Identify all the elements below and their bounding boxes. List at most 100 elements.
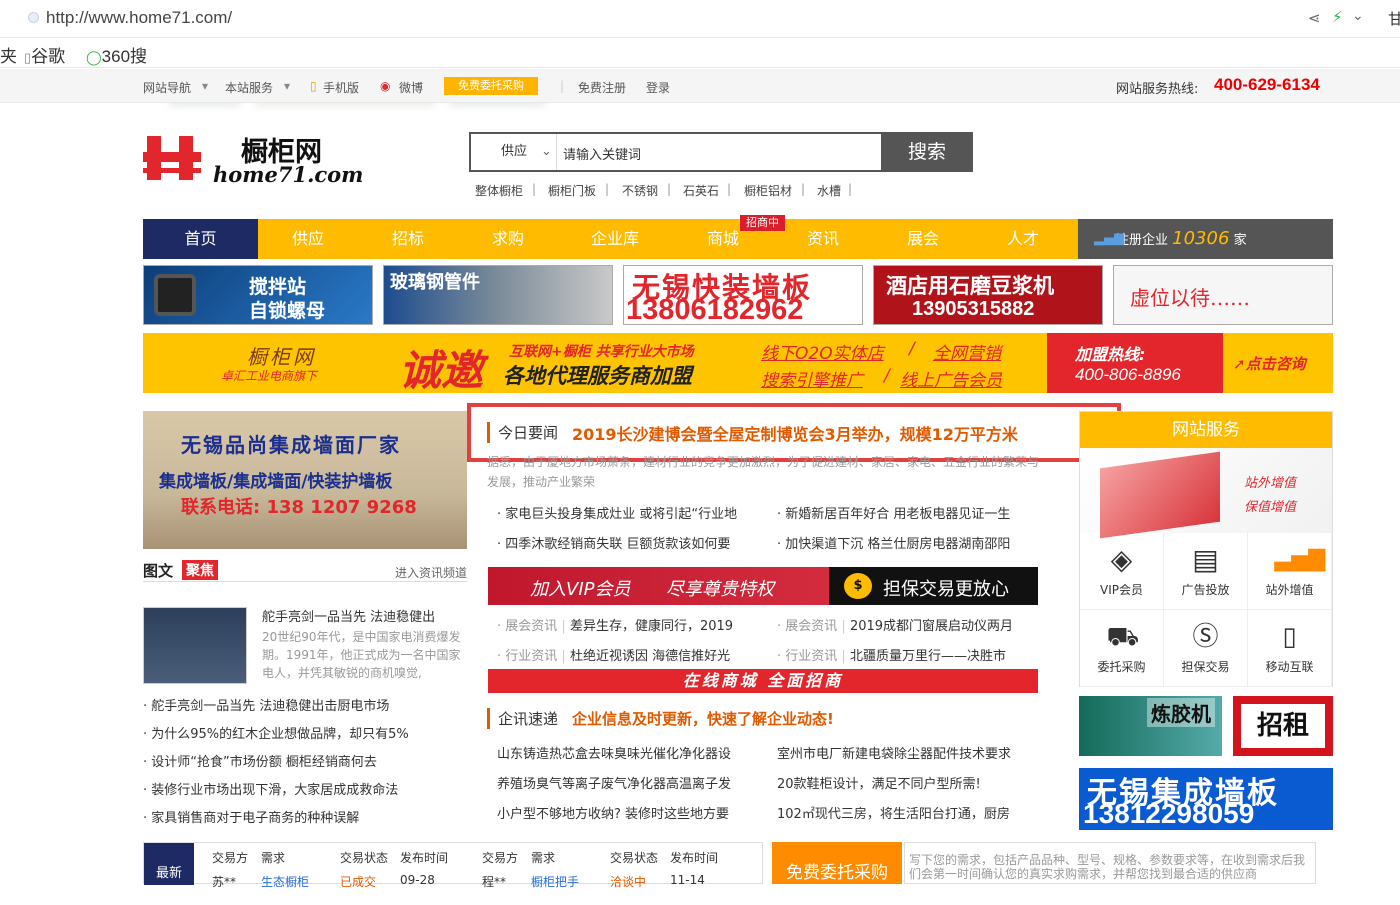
keyword-link[interactable]: 水槽	[817, 182, 841, 199]
nav-supply[interactable]: 供应	[258, 219, 358, 259]
nav-weibo[interactable]: 微博	[399, 79, 423, 96]
services-promo[interactable]: 站外增值 保值增值	[1080, 448, 1332, 539]
ad-for-rent[interactable]: 招租	[1233, 696, 1333, 756]
trade-cell-link[interactable]: 生态橱柜	[261, 873, 309, 890]
qiye-label: 企讯速递	[487, 708, 558, 729]
keyword-link[interactable]: 橱柜铝材	[744, 182, 792, 199]
ad-mixing-station[interactable]: 搅拌站 自锁螺母	[143, 265, 373, 325]
bookmark-google[interactable]: ▯谷歌	[24, 42, 65, 67]
list-item[interactable]: · 设计师“抢食”市场份额 橱柜经销商何去	[143, 751, 377, 770]
trade-cell-link[interactable]: 橱柜把手	[531, 873, 579, 890]
feature-photo[interactable]	[143, 607, 247, 684]
list-item[interactable]: · 四季沐歌经销商失联 巨额货款该如何要	[497, 533, 730, 552]
list-item[interactable]: · 装修行业市场出现下滑，大家居成成救命法	[143, 779, 398, 798]
free-entrust-box[interactable]: 免费委托采购	[772, 842, 902, 884]
ad-vacant[interactable]: 虚位以待……	[1113, 265, 1333, 325]
bookmark-folder[interactable]: 夹	[0, 42, 17, 67]
qiye-headline[interactable]: 企业信息及时更新，快速了解企业动态!	[572, 708, 834, 729]
divider: |	[848, 182, 853, 196]
keyword-link[interactable]: 石英石	[683, 182, 719, 199]
lightning-icon[interactable]: ⚡	[1332, 8, 1343, 26]
ad-soymilk-machine[interactable]: 酒店用石磨豆浆机 13905315882	[873, 265, 1103, 325]
list-item[interactable]: 室州市电厂新建电袋除尘器配件技术要求	[777, 743, 1011, 762]
hotline-label: 网站服务热线:	[1116, 82, 1199, 97]
list-item[interactable]: · 为什么95%的红木企业想做品牌，却只有5%	[143, 723, 409, 742]
ad-wall-panels[interactable]: 无锡快装墙板 13806182962	[623, 265, 863, 325]
list-item[interactable]: · 加快渠道下沉 格兰仕厨房电器湖南邵阳	[777, 533, 1010, 552]
service-ads[interactable]: ▤ 广告投放	[1164, 533, 1248, 610]
globe-icon	[28, 12, 39, 23]
caret-icon: ▾	[202, 79, 209, 93]
ad-text: 13905315882	[912, 298, 1035, 320]
caret-icon: ▾	[284, 79, 291, 93]
browser-toolbar: http://www.home71.com/ ⋖ ⚡ ⌄ 甘	[0, 0, 1400, 38]
money-bag-icon: $	[844, 573, 872, 599]
requirement-textarea[interactable]: 写下您的需求，包括产品品种、型号、规格、参数要求等，在收到需求后我们会第一时间确…	[904, 842, 1316, 884]
service-vip[interactable]: ◈ VIP会员	[1080, 533, 1164, 610]
address-bar[interactable]: http://www.home71.com/	[46, 8, 232, 28]
list-item[interactable]: 102㎡现代三房，将生活阳台打通，厨房	[777, 803, 1010, 822]
service-entrust[interactable]: ⛟ 委托采购	[1080, 610, 1164, 687]
share-icon[interactable]: ⋖	[1308, 9, 1321, 27]
service-mobile[interactable]: ▯ 移动互联	[1248, 610, 1332, 687]
search-button[interactable]: 搜索	[881, 134, 973, 170]
ad-integrated-wall[interactable]: 无锡集成墙板 13812298059	[1079, 768, 1333, 830]
tagged-news[interactable]: · 展会资讯 | 差异生存，健康同行，2019	[497, 615, 733, 634]
login-link[interactable]: 登录	[646, 79, 670, 96]
tagged-news[interactable]: · 行业资讯 | 北疆质量万里行——决胜市	[777, 645, 1006, 664]
search-box: 供应 ⌄ 请输入关键词 搜索	[469, 132, 973, 172]
nav-expo[interactable]: 展会	[873, 219, 973, 259]
nav-companies[interactable]: 企业库	[565, 219, 665, 259]
register-link[interactable]: 免费注册	[578, 79, 626, 96]
banner-l3: 线下O2O实体店	[761, 344, 884, 364]
nav-services[interactable]: 本站服务	[225, 79, 273, 96]
nav-news[interactable]: 资讯	[773, 219, 873, 259]
free-entrust-button[interactable]: 免费委托采购	[444, 77, 538, 95]
company-news-header: 企讯速递 企业信息及时更新，快速了解企业动态!	[487, 708, 1079, 730]
list-item[interactable]: · 新婚新居百年好合 用老板电器见证一生	[777, 503, 1010, 522]
hotline-number: 400-629-6134	[1214, 75, 1320, 94]
ad-text: 炼胶机	[1147, 698, 1215, 727]
nav-home[interactable]: 首页	[143, 219, 258, 259]
agent-recruit-banner[interactable]: 橱柜网 卓汇工业电商旗下 诚邀 互联网+橱柜 共享行业大市场 各地代理服务商加盟…	[143, 333, 1333, 395]
news-channel-link[interactable]: 进入资讯频道	[395, 564, 467, 581]
search-category-select[interactable]: 供应 ⌄	[471, 134, 557, 170]
nav-talent[interactable]: 人才	[973, 219, 1073, 259]
keyword-link[interactable]: 橱柜门板	[548, 182, 596, 199]
list-item[interactable]: · 舵手亮剑一品当先 法迪稳健出击厨电市场	[143, 695, 389, 714]
vip-banner[interactable]: 加入VIP会员 尽享尊贵特权 $ 担保交易更放心	[488, 567, 1038, 605]
service-escrow[interactable]: Ⓢ 担保交易	[1164, 610, 1248, 687]
chevron-down-icon[interactable]: ⌄	[1352, 8, 1364, 24]
list-item[interactable]: 20款鞋柜设计，满足不同户型所需!	[777, 773, 981, 792]
keyword-link[interactable]: 整体橱柜	[475, 182, 523, 199]
list-item[interactable]: · 家具销售商对于电子商务的种种误解	[143, 807, 359, 826]
search-input[interactable]: 请输入关键词	[563, 144, 641, 163]
nav-tender[interactable]: 招标	[358, 219, 458, 259]
mall-recruit-banner[interactable]: 在线商城 全面招商	[488, 669, 1038, 693]
keyword-link[interactable]: 不锈钢	[622, 182, 658, 199]
list-item[interactable]: 山东铸造热芯盒去味臭味光催化净化器设	[497, 743, 731, 762]
divider: |	[667, 182, 672, 196]
tagged-news[interactable]: · 展会资讯 | 2019成都门窗展启动仪两月	[777, 615, 1013, 634]
mobile-icon: ▯	[310, 79, 317, 93]
list-item[interactable]: 养殖场臭气等离子废气净化器高温离子发	[497, 773, 731, 792]
bookmark-360[interactable]: ◯360搜	[86, 42, 147, 67]
site-logo[interactable]: 橱柜网 home71.com	[143, 130, 383, 187]
feature-title[interactable]: 舵手亮剑一品当先 法迪稳健出	[262, 606, 435, 625]
consult-link[interactable]: ➚点击咨询	[1233, 353, 1306, 374]
tagged-news[interactable]: · 行业资讯 | 杜绝近视诱因 海德信推好光	[497, 645, 730, 664]
bar-chart-icon: ▂▄▆	[1094, 231, 1124, 246]
wall-panel-ad-image[interactable]: 无锡品尚集成墙面厂家 集成墙板/集成墙面/快装护墙板 联系电话: 138 120…	[143, 411, 467, 549]
registered-companies[interactable]: ▂▄▆ 注册企业 10306 家	[1078, 219, 1333, 259]
latest-trades: 最新 交易方 需求 交易状态 发布时间 交易方 需求 交易状态 发布时间 苏**…	[143, 842, 763, 889]
ad-frp-pipes[interactable]: 玻璃钢管件	[383, 265, 613, 325]
ad-rubber-mixer[interactable]: 炼胶机	[1079, 696, 1222, 756]
list-item[interactable]: · 家电巨头投身集成灶业 或将引起“行业地	[497, 503, 737, 522]
nav-purchase[interactable]: 求购	[458, 219, 558, 259]
nav-mobile[interactable]: 手机版	[323, 79, 359, 96]
list-item[interactable]: 小户型不够地方收纳? 装修时这些地方要	[497, 803, 729, 822]
browser-tail-text: 甘	[1388, 10, 1400, 28]
nav-site-map[interactable]: 网站导航	[143, 79, 191, 96]
service-addon[interactable]: ▃▅▇ 站外增值	[1248, 533, 1332, 610]
divider: |	[605, 182, 610, 196]
